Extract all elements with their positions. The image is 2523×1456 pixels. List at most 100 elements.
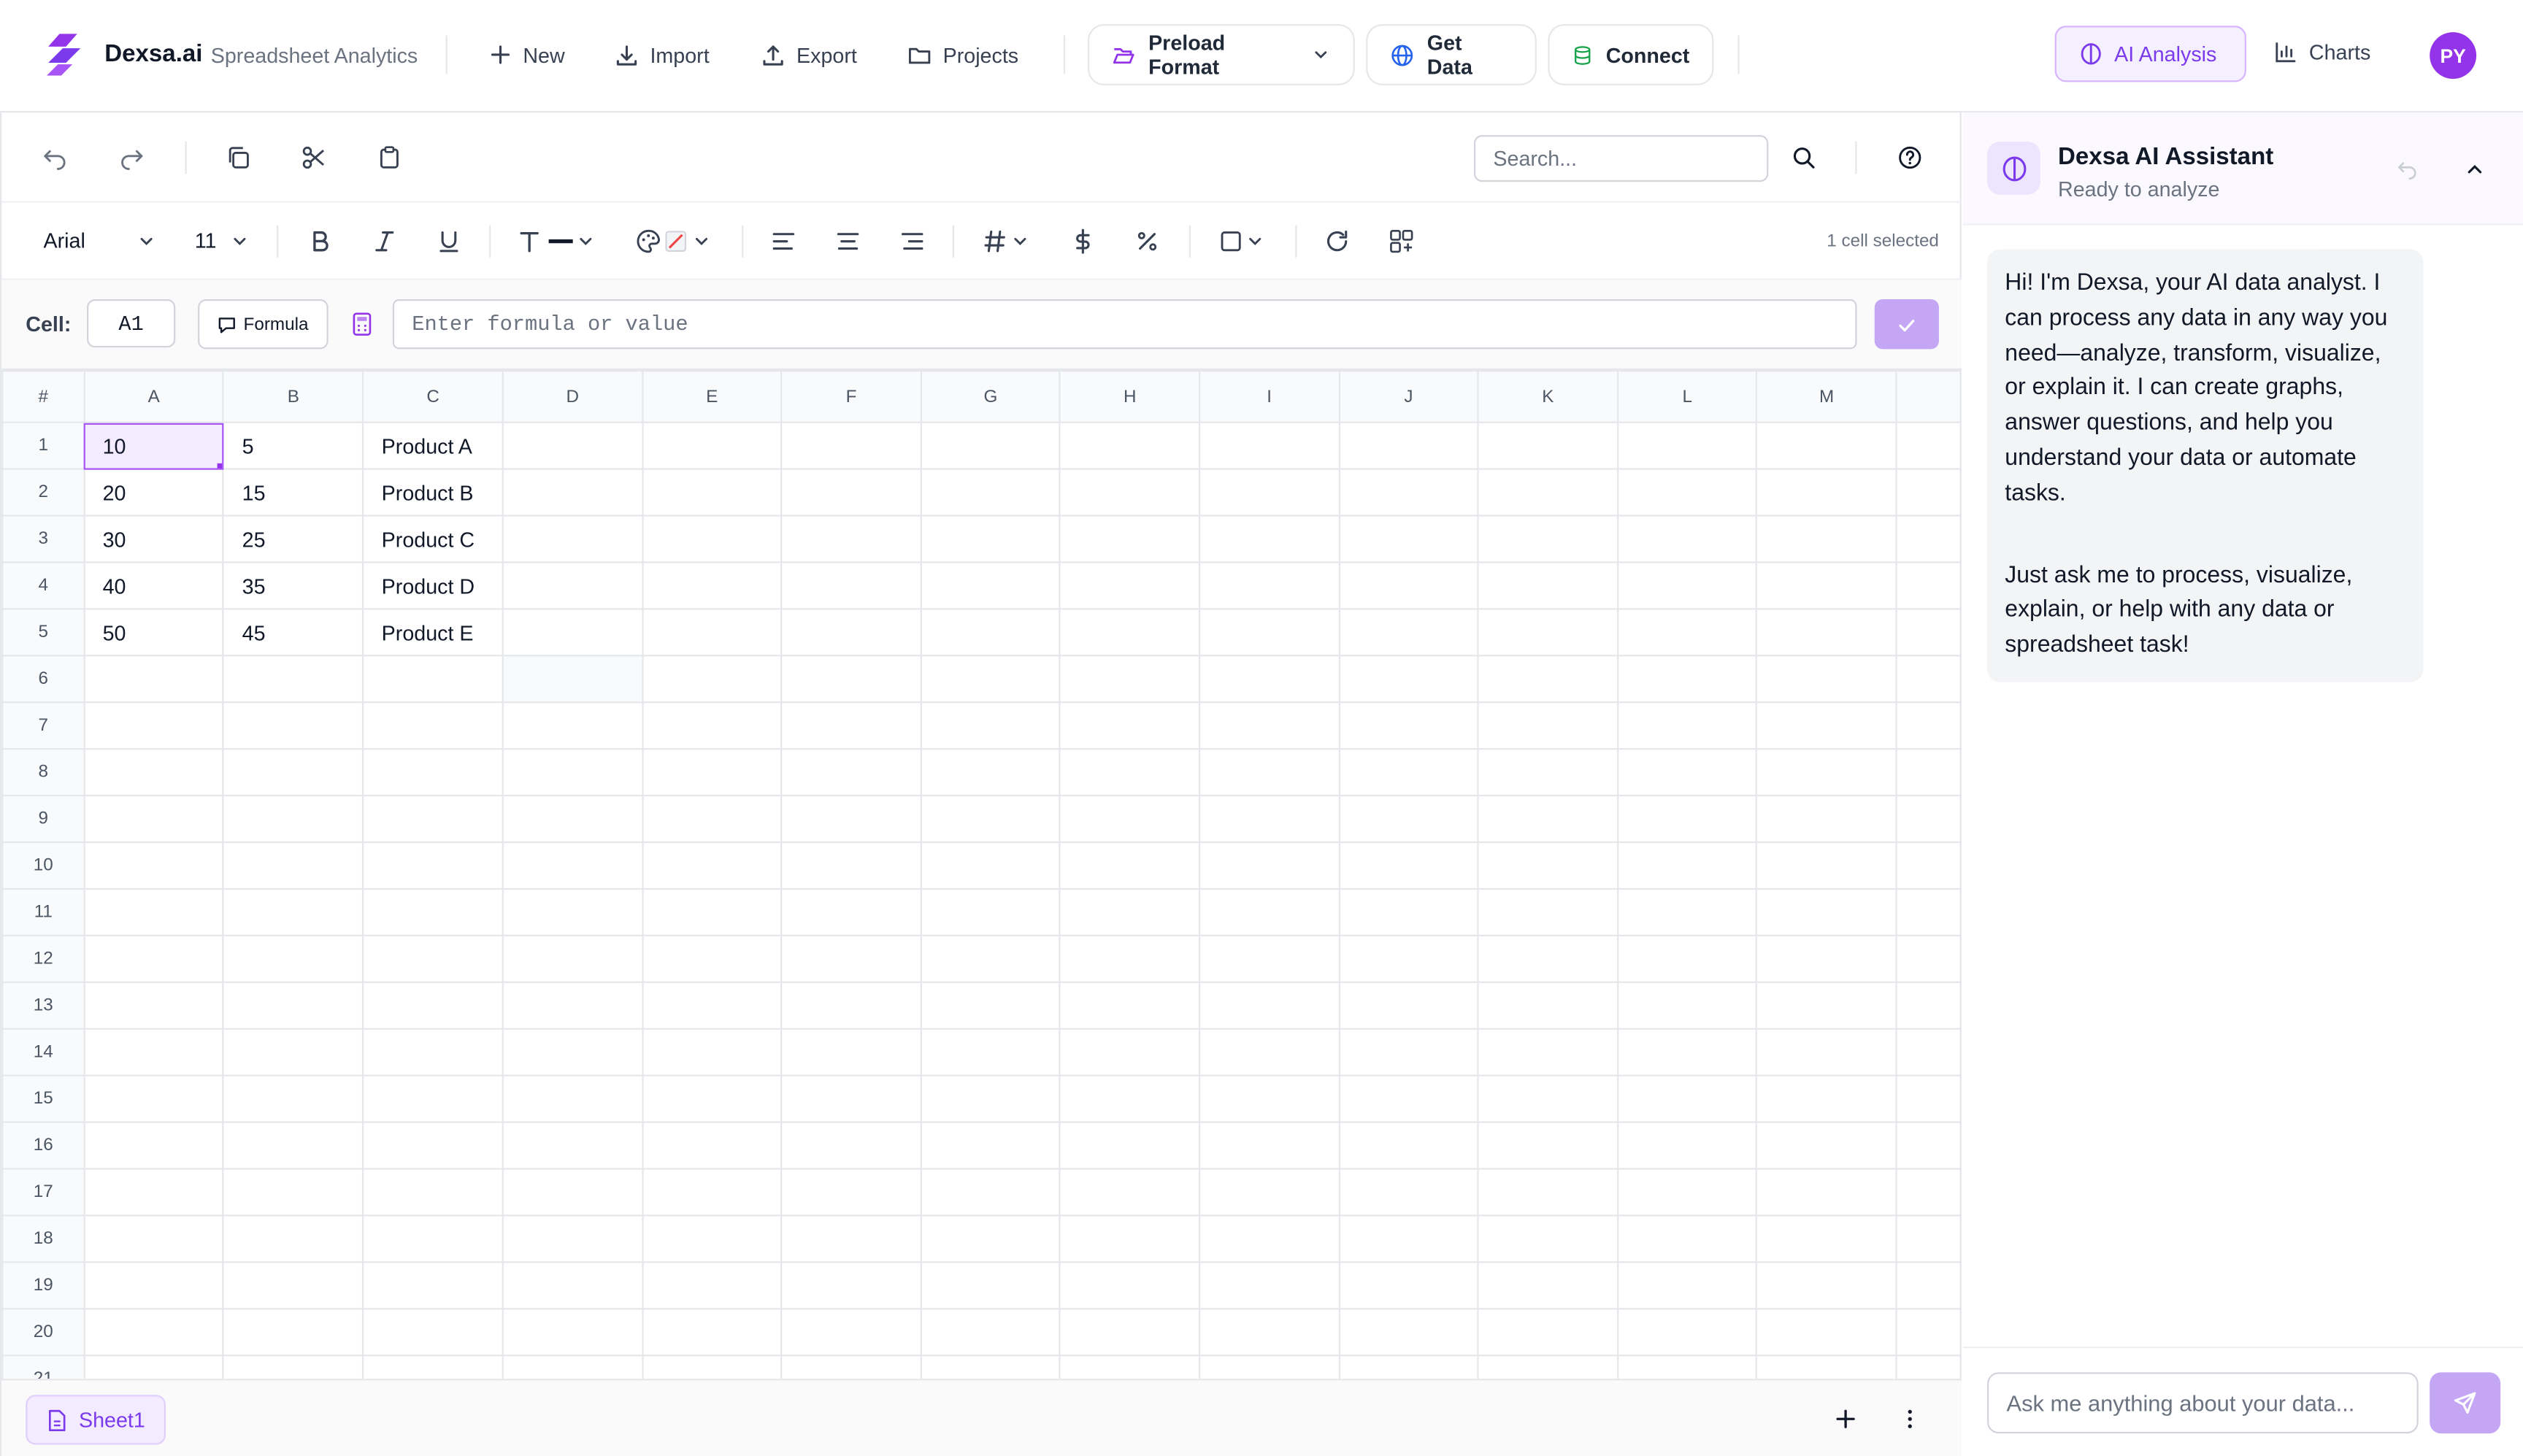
cell-i10[interactable] (1199, 841, 1340, 890)
cell-h10[interactable] (1059, 841, 1201, 890)
percent-icon[interactable] (1134, 228, 1160, 254)
column-header-f[interactable]: F (780, 370, 922, 423)
row-header[interactable]: 20 (1, 1308, 85, 1357)
cell-g18[interactable] (920, 1214, 1061, 1263)
cell-j3[interactable] (1337, 515, 1480, 563)
cell-c13[interactable] (362, 981, 504, 1030)
cell-e4[interactable] (641, 561, 783, 610)
cell-i7[interactable] (1199, 701, 1340, 750)
cell-m14[interactable] (1756, 1028, 1897, 1076)
column-header-h[interactable]: H (1059, 370, 1201, 423)
cell-g13[interactable] (920, 981, 1061, 1030)
cell-f1[interactable] (780, 421, 922, 470)
clipboard-icon[interactable] (377, 145, 402, 170)
cell-b14[interactable] (223, 1028, 364, 1076)
align-left-icon[interactable] (771, 228, 796, 254)
cell-g20[interactable] (920, 1308, 1061, 1357)
cell-d1[interactable] (502, 421, 643, 470)
column-header-a[interactable]: A (83, 370, 225, 423)
cell-j15[interactable] (1337, 1074, 1480, 1123)
row-header[interactable]: 19 (1, 1261, 85, 1310)
chevron-up-icon[interactable] (2463, 158, 2486, 180)
cell-b5[interactable]: 45 (223, 608, 364, 657)
cell-a10[interactable] (83, 841, 225, 890)
cell-k5[interactable] (1477, 608, 1618, 657)
cell-f10[interactable] (780, 841, 922, 890)
column-header-k[interactable]: K (1477, 370, 1618, 423)
cell-b15[interactable] (223, 1074, 364, 1123)
dollar-icon[interactable] (1070, 228, 1096, 254)
send-button[interactable] (2430, 1372, 2501, 1434)
cell-b21[interactable] (223, 1355, 364, 1379)
cell-f14[interactable] (780, 1028, 922, 1076)
cell-k17[interactable] (1477, 1168, 1618, 1217)
cell-d9[interactable] (502, 794, 643, 844)
cell-k15[interactable] (1477, 1074, 1618, 1123)
cell-c7[interactable] (362, 701, 504, 750)
cell-g15[interactable] (920, 1074, 1061, 1123)
cell-k18[interactable] (1477, 1214, 1618, 1263)
export-button[interactable]: Export (761, 39, 857, 71)
border-dropdown[interactable] (1218, 228, 1267, 254)
cell-g11[interactable] (920, 887, 1061, 936)
column-header-c[interactable]: C (362, 370, 504, 423)
cell-g3[interactable] (920, 515, 1061, 563)
cell-k21[interactable] (1477, 1355, 1618, 1379)
cell-m3[interactable] (1756, 515, 1897, 563)
cell-m15[interactable] (1756, 1074, 1897, 1123)
cell-k2[interactable] (1477, 468, 1618, 517)
cell-i21[interactable] (1199, 1355, 1340, 1379)
cell-a8[interactable] (83, 748, 225, 797)
cell-j7[interactable] (1337, 701, 1480, 750)
row-header[interactable]: 2 (1, 468, 85, 517)
cell-k16[interactable] (1477, 1121, 1618, 1170)
cell-h14[interactable] (1059, 1028, 1201, 1076)
cell-l17[interactable] (1616, 1168, 1758, 1217)
cell-l2[interactable] (1616, 468, 1758, 517)
cell-e2[interactable] (641, 468, 783, 517)
cell-h20[interactable] (1059, 1308, 1201, 1357)
cell-a3[interactable]: 30 (83, 515, 225, 563)
cell-j11[interactable] (1337, 887, 1480, 936)
font-size-select[interactable]: 11 (195, 228, 217, 253)
cell-c19[interactable] (362, 1261, 504, 1310)
sheet-tab-sheet1[interactable]: Sheet1 (26, 1395, 166, 1445)
cell-h16[interactable] (1059, 1121, 1201, 1170)
cell-i1[interactable] (1199, 421, 1340, 470)
cell-b10[interactable] (223, 841, 364, 890)
cell-g19[interactable] (920, 1261, 1061, 1310)
cell-c6[interactable] (362, 655, 504, 704)
cell-d4[interactable] (502, 561, 643, 610)
row-header[interactable]: 4 (1, 561, 85, 610)
row-header[interactable]: 9 (1, 794, 85, 844)
cell-g21[interactable] (920, 1355, 1061, 1379)
cell-e1[interactable] (641, 421, 783, 470)
cell-l1[interactable] (1616, 421, 1758, 470)
cell-c3[interactable]: Product C (362, 515, 504, 563)
cell-l11[interactable] (1616, 887, 1758, 936)
cell-h12[interactable] (1059, 934, 1201, 983)
column-header-l[interactable]: L (1616, 370, 1758, 423)
cell-f5[interactable] (780, 608, 922, 657)
cell-k13[interactable] (1477, 981, 1618, 1030)
cell-f6[interactable] (780, 655, 922, 704)
cell-c1[interactable]: Product A (362, 421, 504, 470)
cell-f7[interactable] (780, 701, 922, 750)
cell-l8[interactable] (1616, 748, 1758, 797)
cell-a2[interactable]: 20 (83, 468, 225, 517)
cell-m11[interactable] (1756, 887, 1897, 936)
cell-f18[interactable] (780, 1214, 922, 1263)
cell-b13[interactable] (223, 981, 364, 1030)
cell-g5[interactable] (920, 608, 1061, 657)
column-header-g[interactable]: G (920, 370, 1061, 423)
cell-g9[interactable] (920, 794, 1061, 844)
cell-j9[interactable] (1337, 794, 1480, 844)
cell-m8[interactable] (1756, 748, 1897, 797)
text-style-dropdown[interactable] (518, 228, 596, 254)
cell-i5[interactable] (1199, 608, 1340, 657)
cell-l13[interactable] (1616, 981, 1758, 1030)
cell-c14[interactable] (362, 1028, 504, 1076)
cell-c12[interactable] (362, 934, 504, 983)
cell-d18[interactable] (502, 1214, 643, 1263)
cell-l20[interactable] (1616, 1308, 1758, 1357)
